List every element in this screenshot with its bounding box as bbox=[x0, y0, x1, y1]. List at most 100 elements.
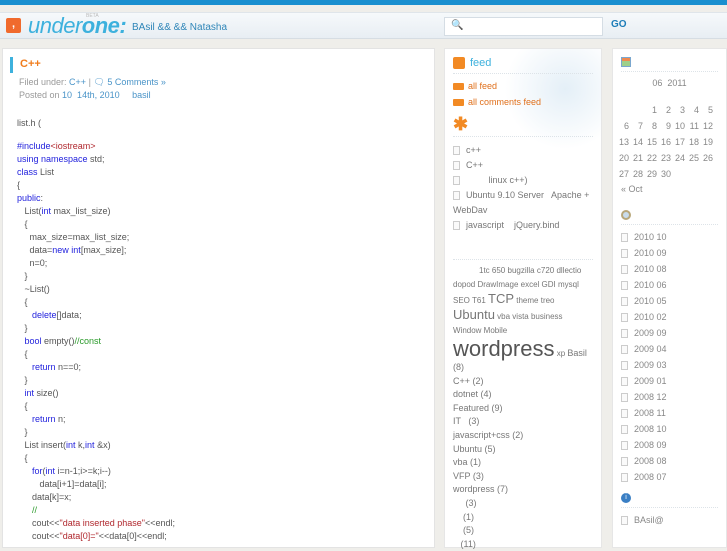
tag-link[interactable]: bugzilla bbox=[508, 266, 535, 275]
code-line: { bbox=[17, 179, 175, 192]
code-token: std; bbox=[87, 154, 105, 164]
archive-link[interactable]: 2008 11 bbox=[621, 405, 718, 421]
category-link[interactable]: vba (1) bbox=[453, 456, 593, 470]
go-button[interactable]: GO bbox=[611, 19, 627, 30]
info-item[interactable]: BAsil@ bbox=[621, 512, 718, 528]
tag-link[interactable]: mysql bbox=[558, 280, 579, 289]
tag-link[interactable]: TCP bbox=[488, 291, 514, 306]
archive-link[interactable]: 2010 02 bbox=[621, 309, 718, 325]
site-logo[interactable]: underone: bbox=[28, 13, 127, 39]
tag-link[interactable]: c720 bbox=[537, 266, 554, 275]
code-line: data[i+1]=data[i]; bbox=[17, 478, 175, 491]
code-token: n==0; bbox=[55, 362, 82, 372]
calendar-icon bbox=[621, 57, 631, 67]
category-link[interactable]: wordpress (7) bbox=[453, 483, 593, 497]
tag-link[interactable]: treo bbox=[541, 296, 555, 305]
calendar-prev-link[interactable]: « Oct bbox=[621, 184, 718, 194]
archive-link[interactable]: 2010 08 bbox=[621, 261, 718, 277]
tag-link[interactable]: SEO bbox=[453, 296, 470, 305]
category-link[interactable]: (5) bbox=[453, 524, 593, 538]
top-accent-bar bbox=[0, 0, 727, 5]
archive-link[interactable]: 2008 08 bbox=[621, 453, 718, 469]
code-token: } bbox=[17, 427, 28, 437]
post-date-link[interactable]: 10 14th, 2010 bbox=[62, 90, 120, 100]
code-token: List insert( bbox=[17, 440, 67, 450]
calendar-day: 8 bbox=[651, 121, 657, 131]
tag-link[interactable]: excel bbox=[521, 280, 540, 289]
category-link[interactable]: (8) bbox=[453, 361, 593, 375]
code-line: // bbox=[17, 504, 175, 517]
tag-link[interactable]: dopod bbox=[453, 280, 475, 289]
author-link[interactable]: basil bbox=[132, 90, 151, 100]
code-token: int bbox=[85, 440, 95, 450]
code-line: bool empty()//const bbox=[17, 335, 175, 348]
code-token: i=n-1;i>=k;i--) bbox=[55, 466, 111, 476]
archive-link[interactable]: 2009 01 bbox=[621, 373, 718, 389]
code-token: class bbox=[17, 167, 38, 177]
archive-label: 2009 03 bbox=[634, 360, 667, 370]
code-token: { bbox=[17, 180, 21, 190]
archive-link[interactable]: 2010 09 bbox=[621, 245, 718, 261]
category-link[interactable]: (1) bbox=[453, 511, 593, 525]
tag-link[interactable]: Ubuntu bbox=[453, 307, 495, 322]
archive-label: 2008 12 bbox=[634, 392, 667, 402]
recent-post-label: Ubuntu 9.10 Server Apache + WebDav bbox=[453, 190, 592, 215]
category-link[interactable]: Ubuntu (5) bbox=[453, 443, 593, 457]
recent-post-link[interactable]: Ubuntu 9.10 Server Apache + WebDav bbox=[453, 188, 593, 218]
calendar-week: 20 21 22 23 24 25 26 bbox=[617, 150, 715, 166]
tag-link[interactable]: theme bbox=[516, 296, 538, 305]
archive-link[interactable]: 2008 12 bbox=[621, 389, 718, 405]
recent-post-link[interactable]: linux c++) bbox=[453, 173, 593, 188]
tag-link[interactable]: dllectio bbox=[556, 266, 581, 275]
tag-link[interactable]: business bbox=[531, 312, 563, 321]
category-link[interactable]: C++ (2) bbox=[453, 375, 593, 389]
category-link[interactable]: IT (3) bbox=[453, 415, 593, 429]
code-token: new int bbox=[52, 245, 81, 255]
tag-link[interactable]: GDI bbox=[542, 280, 556, 289]
code-line: cout<<"data[0]="<<data[0]<<endl; bbox=[17, 530, 175, 543]
archive-link[interactable]: 2009 03 bbox=[621, 357, 718, 373]
search-input[interactable]: 🔍 bbox=[444, 17, 603, 36]
category-link[interactable]: dotnet (4) bbox=[453, 388, 593, 402]
archive-link[interactable]: 2009 04 bbox=[621, 341, 718, 357]
archive-link[interactable]: 2009 09 bbox=[621, 325, 718, 341]
archive-link[interactable]: 2010 10 bbox=[621, 229, 718, 245]
category-link[interactable]: (3) bbox=[453, 497, 593, 511]
tag-link[interactable]: 1tc bbox=[479, 266, 490, 275]
tag-link[interactable]: vista bbox=[512, 312, 528, 321]
archive-link[interactable]: 2008 07 bbox=[621, 469, 718, 485]
tag-link[interactable]: 650 bbox=[492, 266, 505, 275]
tag-link[interactable]: wordpress bbox=[453, 336, 554, 361]
tag-link[interactable]: DrawImage bbox=[477, 280, 518, 289]
archive-link[interactable]: 2008 10 bbox=[621, 421, 718, 437]
tag-link[interactable]: vba bbox=[497, 312, 510, 321]
recent-post-link[interactable]: javascript jQuery.bind bbox=[453, 218, 593, 233]
category-link[interactable]: C++ bbox=[69, 77, 86, 87]
code-token: []data; bbox=[56, 310, 82, 320]
tag-link[interactable]: Window Mobile bbox=[453, 326, 507, 335]
code-token: { bbox=[17, 219, 28, 229]
calendar-day: 18 bbox=[688, 137, 699, 147]
recent-post-label: c++ bbox=[466, 145, 482, 155]
logo-text: under bbox=[28, 13, 82, 38]
archive-link[interactable]: 2008 09 bbox=[621, 437, 718, 453]
all-comments-feed-link[interactable]: all comments feed bbox=[453, 94, 593, 110]
recent-post-link[interactable]: c++ bbox=[453, 143, 593, 158]
post-title[interactable]: C++ bbox=[20, 58, 41, 70]
recent-post-link[interactable]: C++ bbox=[453, 158, 593, 173]
tag-link[interactable]: Basil bbox=[567, 348, 587, 358]
archive-link[interactable]: 2010 05 bbox=[621, 293, 718, 309]
comments-link[interactable]: 5 Comments » bbox=[107, 77, 166, 87]
archive-link[interactable]: 2010 06 bbox=[621, 277, 718, 293]
all-comments-label: all comments feed bbox=[468, 97, 542, 107]
category-link[interactable]: (11) bbox=[453, 538, 593, 551]
all-feed-link[interactable]: all feed bbox=[453, 78, 593, 94]
tag-link[interactable]: T61 bbox=[472, 296, 486, 305]
tag-link[interactable]: xp bbox=[557, 349, 565, 358]
category-link[interactable]: VFP (3) bbox=[453, 470, 593, 484]
category-link[interactable]: Featured (9) bbox=[453, 402, 593, 416]
category-link[interactable]: javascript+css (2) bbox=[453, 429, 593, 443]
archive-label: 2010 10 bbox=[634, 232, 667, 242]
document-icon bbox=[621, 409, 628, 419]
